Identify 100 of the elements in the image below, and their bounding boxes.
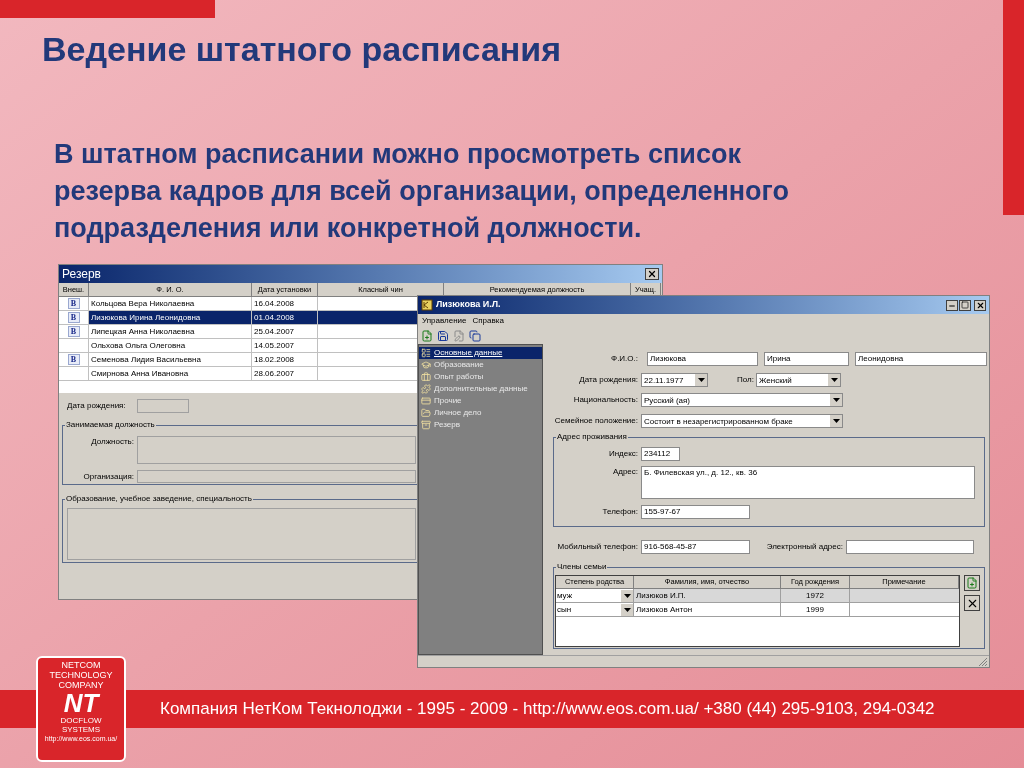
dropdown-arrow-button[interactable] [830,394,842,406]
table-cell: Смирнова Анна Ивановна [89,367,252,380]
new-document-icon [966,577,978,589]
dropdown-arrow-button[interactable] [830,415,842,427]
footer-text: Компания НетКом Текнолоджи - 1995 - 2009 - http://www.eos.com.ua/ +380 (44) 295-9103, 294-0342 [160,698,935,721]
field-label: Электронный адрес: [765,541,844,553]
dropdown[interactable]: 22.11.1977 [641,373,708,387]
field-label: Дата рождения: [578,374,639,386]
caret-icon [697,378,705,382]
table-row[interactable]: B Липецкая Анна Николаевна 25.04.2007 [59,325,417,339]
folder-icon [421,408,431,418]
maximize-button[interactable] [959,299,971,311]
slide-text: В штатном расписании можно просмотреть список резерва кадров для всей организации, определенного подразделения или конкретной должности. [54,138,789,245]
add-row-button[interactable] [964,575,980,591]
logo-mark: NT [63,690,99,716]
dropdown[interactable]: Состоит в незарегистрированном браке [641,414,843,428]
field-label: Мобильный телефон: [556,541,639,553]
text-field[interactable]: 155-97-67 [641,505,750,519]
dropdown-arrow-button[interactable] [828,374,840,386]
dropdown-arrow-button[interactable] [695,374,707,386]
dropdown-arrow-button[interactable] [621,589,633,602]
archive-icon [421,420,431,430]
briefcase-icon [421,372,431,382]
nav-item[interactable]: Прочие [419,395,542,407]
table-cell: 01.04.2008 [252,311,318,324]
table-cell: Липецкая Анна Николаевна [89,325,252,338]
logo-text: TECHNOLOGY [49,670,113,680]
table-cell-text: сын [557,604,572,616]
menu-item[interactable]: Справка [472,314,504,327]
card-icon [421,396,431,406]
field-label: Дата рождения: [66,400,127,412]
close-button[interactable] [974,299,986,311]
table-row[interactable]: B Семенова Лидия Васильевна 18.02.2008 [59,353,417,367]
table-cell: Кольцова Вера Николаевна [89,297,252,310]
window-title: Резерв [62,267,101,281]
organization-field[interactable] [137,470,416,483]
nav-item[interactable]: Опыт работы [419,371,542,383]
status-badge: B [67,298,80,309]
menu-item[interactable]: Управление [422,314,467,327]
dropdown-arrow-button[interactable] [621,603,633,616]
table-cell: Лизюков Антон [634,603,781,616]
field-label: Пол: [736,374,755,386]
group-title: Занимаемая должность [65,420,156,430]
field-label: Организация: [82,470,135,483]
table-cell: 1972 [781,589,850,602]
resize-grip-icon[interactable] [978,657,988,667]
dropdown[interactable]: Русский (ая) [641,393,843,407]
caret-icon [623,593,631,598]
table-cell: 14.05.2007 [252,339,318,352]
status-badge: B [67,326,80,337]
table-cell: 1999 [781,603,850,616]
nav-item[interactable]: Дополнительные данные [419,383,542,395]
table-row[interactable]: B Кольцова Вера Николаевна 16.04.2008 [59,297,417,311]
table-row[interactable]: Ольхова Ольга Олеговна 14.05.2007 [59,339,417,353]
field-label: Национальность: [572,394,639,406]
table-cell: Ольхова Ольга Олеговна [89,339,252,352]
table-cell: 16.04.2008 [252,297,318,310]
new-document-icon[interactable] [421,329,433,342]
table-row[interactable]: Смирнова Анна Ивановна 28.06.2007 [59,367,417,381]
field-label: Должность: [90,436,135,448]
caret-icon [830,378,838,382]
table-cell-text: муж [557,590,573,602]
table-row[interactable]: сын Лизюков Антон 1999 [556,603,959,617]
logo-text: NETCOM [61,660,101,670]
table-cell: 28.06.2007 [252,367,318,380]
table-cell: Лизюкова Ирина Леонидовна [89,311,252,324]
text-field[interactable]: 916-568-45-87 [641,540,750,554]
nav-item[interactable]: Основные данные [419,347,542,359]
close-icon [975,300,985,310]
text-field[interactable]: Леонидовна [855,352,987,366]
copy-icon[interactable] [469,329,481,342]
text-field[interactable]: 234112 [641,447,680,461]
nav-item[interactable]: Образование [419,359,542,371]
close-button[interactable] [645,268,659,280]
date-field[interactable] [137,399,189,413]
text-field[interactable]: Б. Филевская ул., д. 12., кв. 36 [641,466,975,499]
dropdown[interactable]: Женский [756,373,841,387]
window-title: Лизюкова И.Л. [436,298,501,312]
delete-row-button[interactable] [964,595,980,611]
logo-text: SYSTEMS [61,725,101,734]
position-field[interactable] [137,436,416,464]
table-cell: Семенова Лидия Васильевна [89,353,252,366]
save-icon[interactable] [437,329,449,342]
table-cell: Лизюков И.П. [634,589,781,602]
group-title: Образование, учебное заведение, специальность [65,494,253,504]
group-title: Члены семьи [556,562,608,572]
table-row[interactable]: B Лизюкова Ирина Леонидовна 01.04.2008 [59,311,417,325]
logo-text: DOCFLOW [60,716,102,725]
status-badge: B [67,354,80,365]
text-field[interactable]: Ирина [764,352,849,366]
caret-icon [832,398,840,402]
education-field[interactable] [67,508,416,560]
minimize-button[interactable] [946,299,958,311]
table-cell: 18.02.2008 [252,353,318,366]
table-row[interactable]: муж Лизюков И.П. 1972 [556,589,959,603]
graduation-cap-icon [421,360,431,370]
text-field[interactable] [846,540,974,554]
logo-text: COMPANY [58,680,104,690]
text-field[interactable]: Лизюкова [647,352,758,366]
field-label: Адрес: [611,466,639,478]
